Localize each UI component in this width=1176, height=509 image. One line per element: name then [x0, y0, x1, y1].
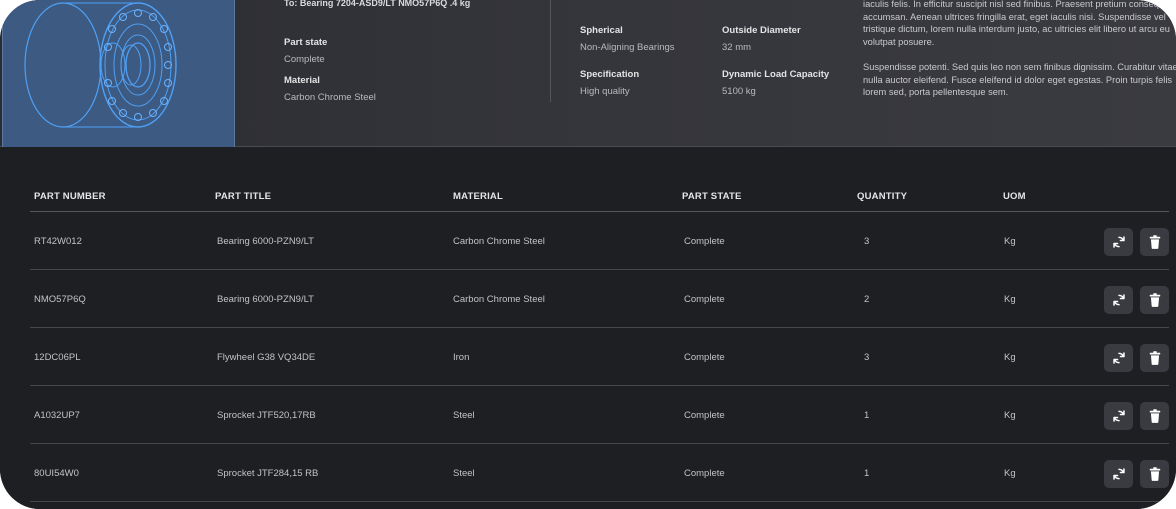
refresh-icon: [1112, 352, 1125, 364]
row-divider: [30, 501, 1169, 502]
outside-diameter-label: Outside Diameter: [722, 25, 801, 36]
refresh-button[interactable]: [1104, 286, 1133, 314]
spherical-value: Non-Aligning Bearings: [580, 42, 675, 53]
specification-label: Specification: [580, 69, 640, 80]
col-part-state[interactable]: PART STATE: [682, 191, 742, 202]
cell-part-number: NMO57P6Q: [34, 294, 86, 305]
refresh-button[interactable]: [1104, 402, 1133, 430]
specification-value: High quality: [580, 86, 630, 97]
cell-uom: Kg: [1004, 294, 1016, 305]
outside-diameter-field: Outside Diameter 32 mm: [722, 25, 801, 53]
dynamic-load-field: Dynamic Load Capacity 5100 kg: [722, 69, 829, 97]
cell-part-number: 12DC06PL: [34, 352, 81, 363]
cell-material: Iron: [453, 352, 470, 363]
bearing-drawing-thumbnail[interactable]: [2, 0, 235, 168]
part-state-value: Complete: [284, 54, 325, 65]
col-uom[interactable]: UOM: [1003, 191, 1026, 202]
refresh-icon: [1112, 410, 1125, 422]
cell-material: Steel: [453, 410, 475, 421]
cell-part-number: 80UI54W0: [34, 468, 79, 479]
cell-part-state: Complete: [684, 294, 725, 305]
col-part-title[interactable]: PART TITLE: [215, 191, 271, 202]
header-divider: [550, 0, 551, 102]
refresh-icon: [1112, 294, 1125, 306]
cell-uom: Kg: [1004, 352, 1016, 363]
material-field: Material Carbon Chrome Steel: [284, 75, 376, 103]
dynamic-load-value: 5100 kg: [722, 86, 756, 97]
spherical-field: Spherical Non-Aligning Bearings: [580, 25, 675, 53]
table-row[interactable]: A1032UP7 Sprocket JTF520,17RB Steel Comp…: [0, 386, 1176, 444]
trash-icon: [1149, 293, 1160, 307]
cell-part-state: Complete: [684, 236, 725, 247]
refresh-button[interactable]: [1104, 344, 1133, 372]
table-row[interactable]: NMO57P6Q Bearing 6000-PZN9/LT Carbon Chr…: [0, 270, 1176, 328]
spherical-label: Spherical: [580, 25, 623, 36]
refresh-button[interactable]: [1104, 228, 1133, 256]
cell-material: Carbon Chrome Steel: [453, 236, 545, 247]
cell-part-state: Complete: [684, 352, 725, 363]
delete-button[interactable]: [1140, 460, 1169, 488]
trash-icon: [1149, 235, 1160, 249]
cell-part-number: A1032UP7: [34, 410, 80, 421]
cell-material: Steel: [453, 468, 475, 479]
dynamic-load-label: Dynamic Load Capacity: [722, 69, 830, 80]
refresh-button[interactable]: [1104, 460, 1133, 488]
cell-part-title: Bearing 6000-PZN9/LT: [217, 294, 314, 305]
col-part-number[interactable]: PART NUMBER: [34, 191, 106, 202]
part-description: iaculis felis. In efficitur suscipit nis…: [863, 0, 1176, 98]
parts-table: PART NUMBER PART TITLE MATERIAL PART STA…: [0, 147, 1176, 509]
delete-button[interactable]: [1140, 402, 1169, 430]
app-window: To: Bearing 7204-ASD9/LT NMO57P6Q .4 kg …: [0, 0, 1176, 509]
trash-icon: [1149, 467, 1160, 481]
material-value: Carbon Chrome Steel: [284, 92, 376, 103]
assembly-subtitle: To: Bearing 7204-ASD9/LT NMO57P6Q .4 kg: [284, 0, 471, 8]
cell-part-state: Complete: [684, 468, 725, 479]
cell-material: Carbon Chrome Steel: [453, 294, 545, 305]
outside-diameter-value: 32 mm: [722, 42, 752, 53]
cell-quantity: 3: [864, 352, 870, 363]
refresh-icon: [1112, 468, 1125, 480]
cell-uom: Kg: [1004, 468, 1016, 479]
cell-part-number: RT42W012: [34, 236, 82, 247]
table-row[interactable]: RT42W012 Bearing 6000-PZN9/LT Carbon Chr…: [0, 212, 1176, 270]
part-state-label: Part state: [284, 37, 328, 48]
part-state-field: Part state Complete: [284, 37, 327, 65]
cell-uom: Kg: [1004, 410, 1016, 421]
col-quantity[interactable]: QUANTITY: [857, 191, 907, 202]
col-material[interactable]: MATERIAL: [453, 191, 503, 202]
bearing-line-art: [24, 2, 177, 128]
trash-icon: [1149, 351, 1160, 365]
cell-quantity: 2: [864, 294, 870, 305]
delete-button[interactable]: [1140, 344, 1169, 372]
part-detail-header: To: Bearing 7204-ASD9/LT NMO57P6Q .4 kg …: [0, 0, 1176, 168]
table-row[interactable]: 80UI54W0 Sprocket JTF284,15 RB Steel Com…: [0, 444, 1176, 502]
cell-part-title: Flywheel G38 VQ34DE: [217, 352, 316, 363]
trash-icon: [1149, 409, 1160, 423]
delete-button[interactable]: [1140, 228, 1169, 256]
cell-part-state: Complete: [684, 410, 725, 421]
cell-part-title: Sprocket JTF520,17RB: [217, 410, 316, 421]
cell-part-title: Bearing 6000-PZN9/LT: [217, 236, 314, 247]
table-row[interactable]: 12DC06PL Flywheel G38 VQ34DE Iron Comple…: [0, 328, 1176, 386]
cell-quantity: 1: [864, 410, 870, 421]
delete-button[interactable]: [1140, 286, 1169, 314]
cell-uom: Kg: [1004, 236, 1016, 247]
cell-quantity: 3: [864, 236, 870, 247]
material-label: Material: [284, 75, 320, 86]
cell-part-title: Sprocket JTF284,15 RB: [217, 468, 319, 479]
refresh-icon: [1112, 236, 1125, 248]
cell-quantity: 1: [864, 468, 870, 479]
specification-field: Specification High quality: [580, 69, 639, 97]
